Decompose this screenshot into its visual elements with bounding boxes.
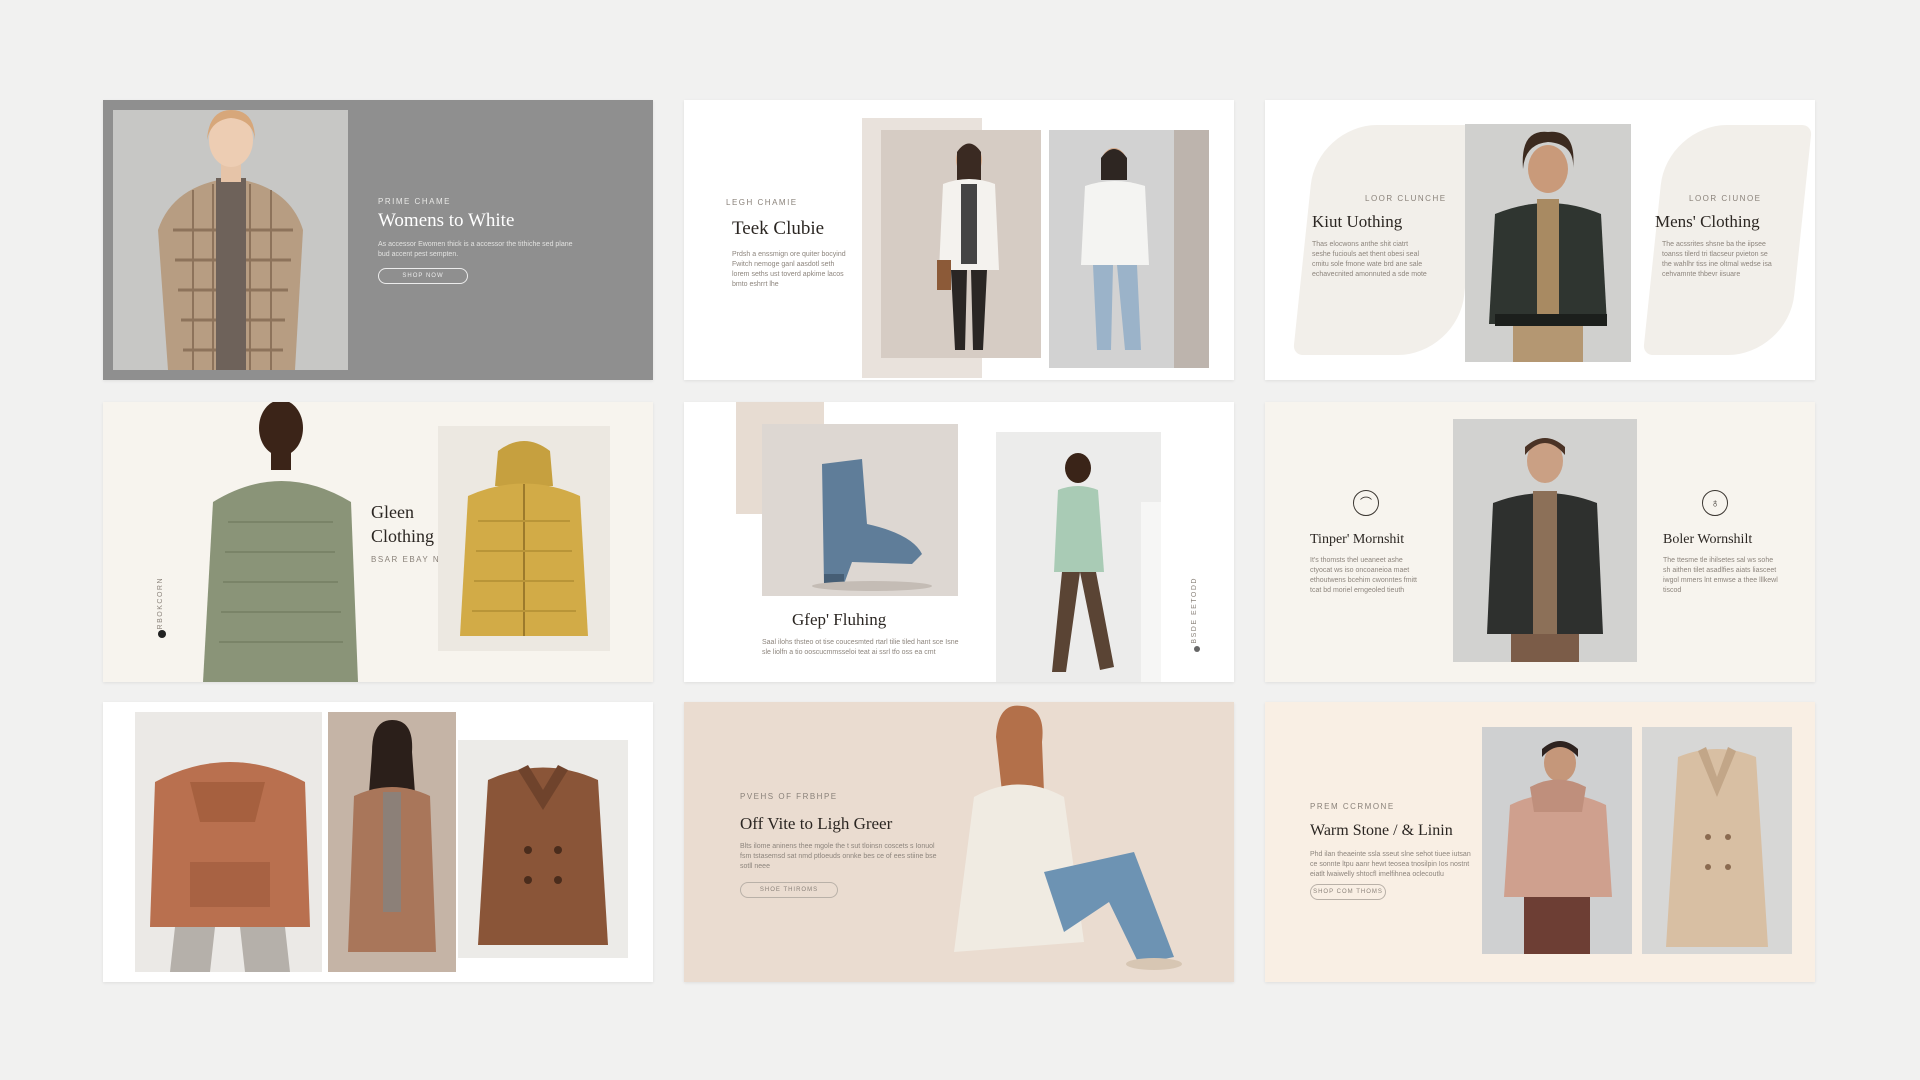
camel-overcoat-photo: [1642, 727, 1792, 954]
card-title-right: Boler Wornshilt: [1663, 532, 1753, 547]
shop-button[interactable]: Shoe Thiroms: [740, 882, 838, 898]
model-pink-hoodie-photo: [1482, 727, 1632, 954]
card-description: As accessor Ewomen thick is a accessor t…: [378, 241, 573, 258]
brown-peacoat-photo: [458, 740, 628, 958]
card-title-left: Tinper' Mornshit: [1310, 532, 1405, 547]
card-teek-clubie[interactable]: Legh Chamie Teek Clubie Prdsh a enssmign…: [684, 100, 1234, 380]
hanger-icon: ⌒: [1353, 490, 1379, 516]
card-eyebrow: Prime Chame: [378, 197, 451, 206]
card-tinper-boler-wornshilt[interactable]: ⌒ Tinper' Mornshit It's thomsts thel uea…: [1265, 402, 1815, 682]
card-title: Teek Clubie: [732, 218, 825, 239]
shop-now-button[interactable]: Shop Now: [378, 268, 468, 284]
card-off-vite-to-ligh-greer[interactable]: Pvehs of Frbhpe Off Vite to Ligh Greer B…: [684, 702, 1234, 982]
card-eyebrow-right: Loor Ciunoe: [1689, 194, 1762, 203]
card-warm-stone-linin[interactable]: Prem Ccrmone Warm Stone / & Linin Phd il…: [1265, 702, 1815, 982]
shop-button[interactable]: Shop Com Thoms: [1310, 884, 1386, 900]
card-gfep-fluhing[interactable]: Gfep' Fluhing Saal ilohs thsteo ot tise …: [684, 402, 1234, 682]
card-kiut-mens-clothing[interactable]: Loor Clunche Kiut Uothing Thas elocwons …: [1265, 100, 1815, 380]
card-eyebrow: Prem Ccrmone: [1310, 802, 1395, 811]
card-title-line2: Clothing: [371, 526, 435, 546]
card-womens-to-white[interactable]: Prime Chame Womens to White As accessor …: [103, 100, 653, 380]
model-seated-cream-sweater-photo: [934, 702, 1234, 982]
card-description: Prdsh a enssmign ore quiter bocyind Fwit…: [732, 251, 846, 288]
slider-dot[interactable]: [1194, 646, 1200, 652]
slider-dot[interactable]: [158, 630, 166, 638]
card-eyebrow: Pvehs of Frbhpe: [740, 792, 838, 801]
card-description: Saal ilohs thsteo ot tise coucesmted rta…: [762, 639, 959, 656]
model-white-jacket-photo: [881, 130, 1041, 358]
card-autumn-outerwear[interactable]: [103, 702, 653, 982]
card-side-label: Bsde Eetodd: [1191, 577, 1198, 644]
model-plaid-jacket-photo: [113, 110, 348, 370]
model-dark-bomber-photo: [1465, 124, 1631, 362]
yellow-hoodie-photo: [438, 426, 610, 651]
card-description-right: The ttesme tle ihilsetes sal ws sohe sh …: [1663, 557, 1778, 594]
card-description-left: It's thomsts thel ueaneet ashe ctyocat w…: [1310, 557, 1417, 594]
card-description-left: Thas elocwons anthe shit ciatrt seshe fu…: [1312, 241, 1427, 278]
card-description: Phd ilan theaeinte ssla sseut slne sehot…: [1310, 851, 1471, 878]
card-gleen-clothing[interactable]: Gleen Clothing Bsar Ebay Ne Rbokcorn: [103, 402, 653, 682]
card-title: Warm Stone / & Linin: [1310, 822, 1453, 839]
model-white-jacket-jeans-photo: [1049, 130, 1209, 368]
model-dark-leather-jacket-photo: [1453, 419, 1637, 662]
card-eyebrow-left: Loor Clunche: [1365, 194, 1447, 203]
card-title: Womens to White: [378, 210, 515, 231]
card-eyebrow: Legh Chamie: [726, 198, 798, 207]
card-title-line1: Gleen: [371, 502, 414, 522]
blue-suede-boot-photo: [762, 424, 958, 596]
card-title: Off Vite to Ligh Greer: [740, 814, 893, 833]
model-green-sweater-photo: [193, 402, 363, 682]
card-title-right: Mens' Clothing: [1655, 212, 1760, 231]
card-description-right: The acssrites shsne ba the iipsee toanss…: [1662, 241, 1772, 278]
card-title: Gfep' Fluhing: [792, 610, 887, 629]
bottle-icon: ♁: [1702, 490, 1728, 516]
model-camel-coat-photo: [328, 712, 456, 972]
card-side-label: Rbokcorn: [157, 577, 164, 630]
rust-knit-sweater-photo: [135, 712, 322, 972]
model-walking-mint-shirt-photo: [996, 432, 1161, 682]
card-subtitle: Bsar Ebay Ne: [371, 555, 447, 564]
card-title-left: Kiut Uothing: [1312, 212, 1403, 231]
card-description: Blts ilome aninens thee mgole the t sut …: [740, 843, 937, 870]
